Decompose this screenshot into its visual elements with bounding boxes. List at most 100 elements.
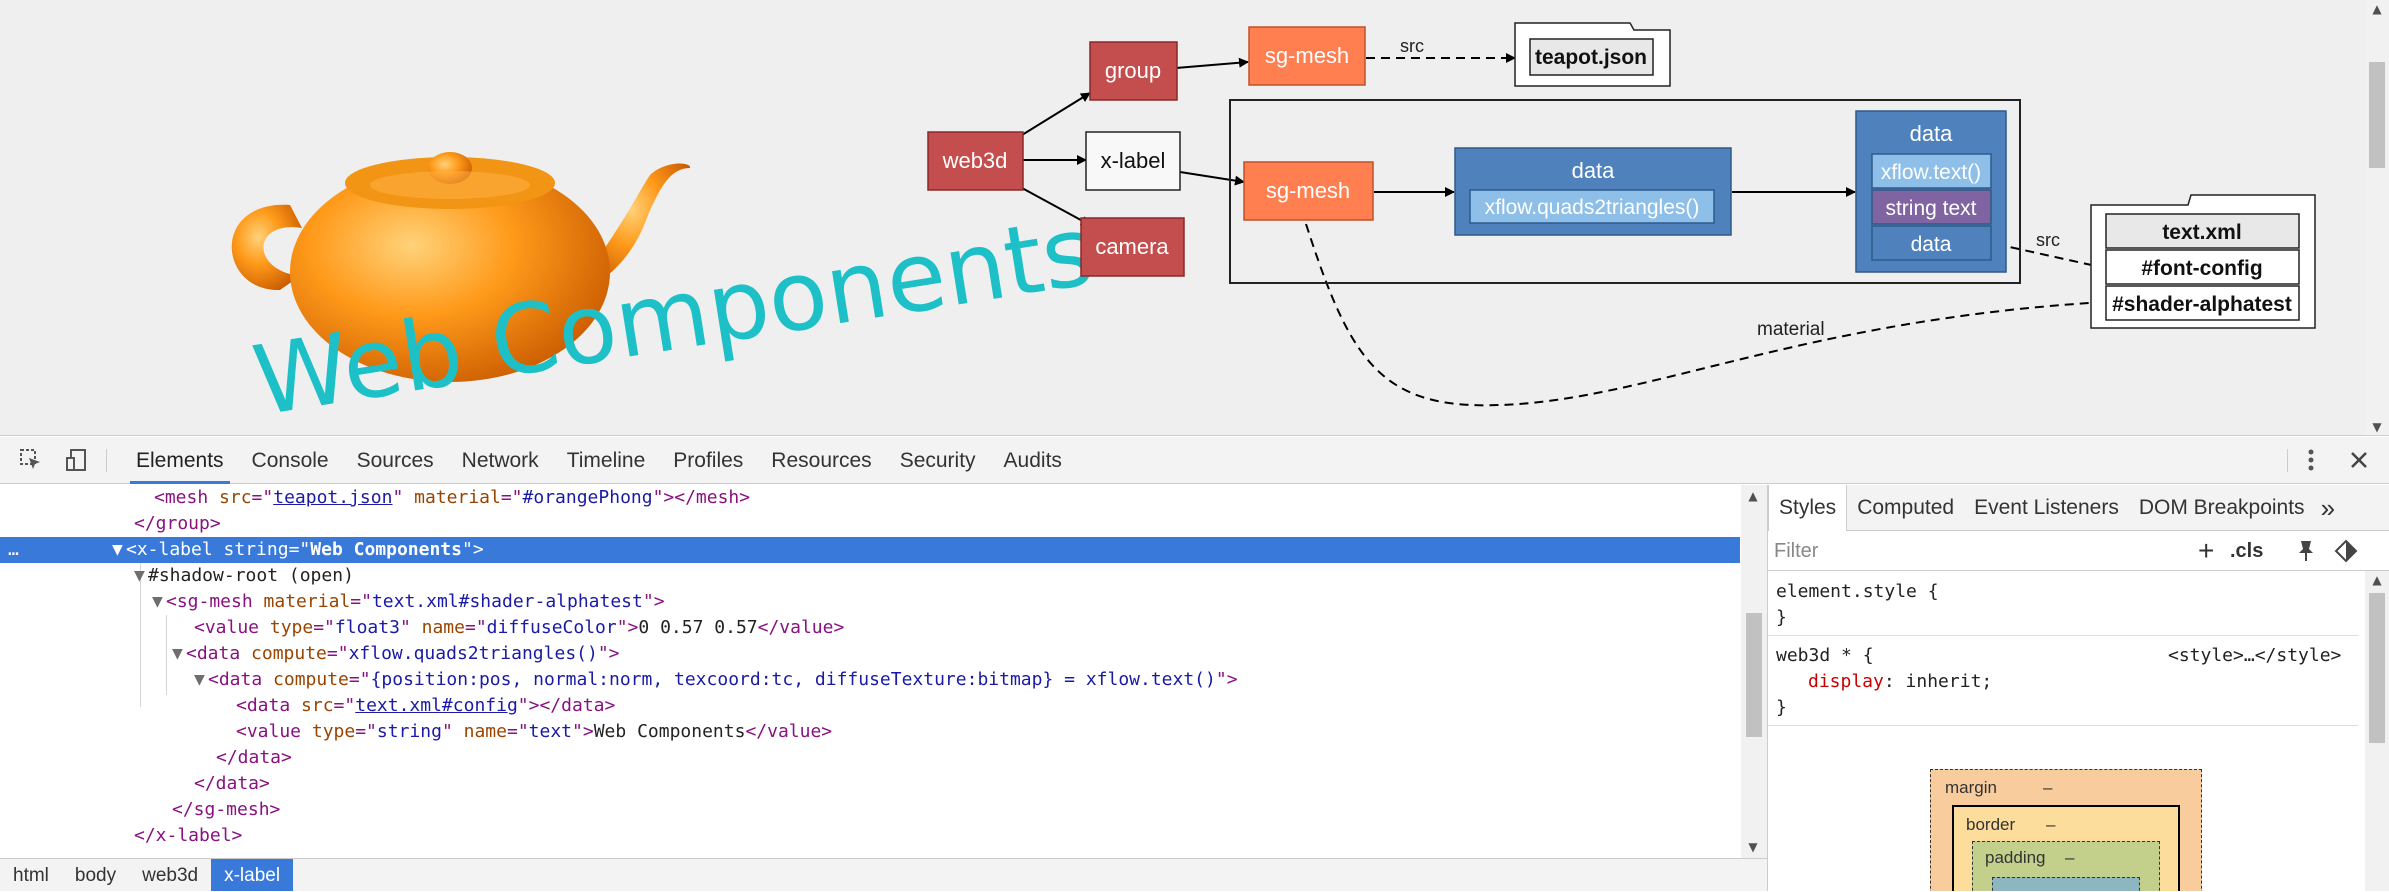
element-style-selector[interactable]: element.style { (1776, 579, 1939, 605)
svg-text:sg-mesh: sg-mesh (1266, 178, 1350, 203)
css-property-name[interactable]: display (1808, 671, 1884, 692)
tree-line-data-src[interactable]: <data src="text.xml#config"></data> (0, 693, 1740, 719)
device-mode-icon[interactable] (62, 445, 92, 475)
attr-value: xflow.quads2triangles() (348, 643, 598, 664)
box-model-border-label: border (1966, 815, 2016, 834)
elements-scrollbar[interactable]: ▲ ▼ (1741, 485, 1767, 858)
tag-value-close: </value> (757, 617, 845, 638)
more-actions-icon[interactable]: … (0, 537, 112, 563)
close-icon[interactable] (2344, 445, 2374, 475)
expand-triangle-icon[interactable]: ▼ (152, 589, 166, 615)
scroll-up-arrow-icon[interactable]: ▲ (1741, 487, 1765, 505)
elements-scroll-thumb[interactable] (1746, 613, 1762, 737)
sidebar-scrollbar[interactable]: ▲ (2365, 571, 2389, 891)
tree-line-data-close-inner[interactable]: </data> (0, 745, 1740, 771)
css-declaration-display[interactable]: display: inherit; (1808, 669, 1992, 695)
scroll-down-arrow-icon[interactable]: ▼ (2365, 418, 2389, 435)
attr-quote: " (392, 487, 415, 508)
viewport-scroll-thumb[interactable] (2369, 62, 2385, 168)
breadcrumb-html[interactable]: html (0, 859, 62, 891)
attr-eq: =" (326, 643, 349, 664)
tree-line-sg-mesh-close[interactable]: </sg-mesh> (0, 797, 1740, 823)
tree-line-mesh[interactable]: <mesh src="teapot.json" material="#orang… (0, 485, 1740, 511)
tree-line-value-text[interactable]: <value type="string" name="text">Web Com… (0, 719, 1740, 745)
breadcrumb-x-label[interactable]: x-label (211, 859, 294, 891)
web3d-rule-selector[interactable]: web3d * { (1776, 643, 1874, 669)
attr-name: type (269, 617, 314, 638)
breadcrumb-web3d[interactable]: web3d (129, 859, 211, 891)
cursor-select-icon[interactable] (16, 445, 46, 475)
web3d-rule-source-link[interactable]: <style>…</style> (2168, 643, 2341, 669)
tab-sources[interactable]: Sources (343, 437, 448, 484)
attr-link-text-xml-config[interactable]: text.xml#config (355, 695, 518, 716)
tree-line-shadow-root[interactable]: ▼ #shadow-root (open) (0, 563, 1740, 589)
tab-timeline[interactable]: Timeline (553, 437, 660, 484)
tree-line-x-label-close[interactable]: </x-label> (0, 823, 1740, 849)
tab-audits[interactable]: Audits (990, 437, 1076, 484)
css-property-value[interactable]: inherit (1906, 671, 1982, 692)
tree-line-x-label-selected[interactable]: … ▼ <x-label string="Web Components"> (0, 537, 1740, 563)
sidebar-scroll-thumb[interactable] (2369, 593, 2385, 743)
tree-line-group-close[interactable]: </group> (0, 511, 1740, 537)
more-tabs-chevron-icon[interactable]: » (2315, 485, 2341, 531)
svg-text:data: data (1911, 233, 1952, 256)
expand-triangle-icon[interactable]: ▼ (112, 537, 126, 563)
expand-triangle-icon[interactable]: ▼ (172, 641, 186, 667)
scroll-up-arrow-icon[interactable]: ▲ (2365, 571, 2389, 589)
box-model-border-value[interactable]: – (2046, 815, 2055, 835)
svg-text:text.xml: text.xml (2162, 221, 2241, 244)
box-model-padding-value[interactable]: – (2065, 848, 2074, 868)
box-model-margin-value[interactable]: – (2043, 778, 2052, 798)
tag-value-open: <value (194, 617, 270, 638)
element-state-icon[interactable] (2334, 537, 2360, 565)
add-rule-plus-icon[interactable]: + (2198, 537, 2214, 565)
attr-quote: " (399, 617, 422, 638)
svg-text:x-label: x-label (1101, 148, 1166, 173)
breadcrumb: html body web3d x-label (0, 858, 1767, 891)
box-model-content[interactable] (1992, 877, 2140, 891)
tab-computed[interactable]: Computed (1847, 485, 1964, 531)
tree-line-data-quads[interactable]: ▼ <data compute="xflow.quads2triangles()"… (0, 641, 1740, 667)
pin-icon[interactable] (2296, 537, 2316, 565)
tab-styles[interactable]: Styles (1768, 485, 1848, 531)
tab-profiles[interactable]: Profiles (659, 437, 757, 484)
attr-name: material (414, 487, 501, 508)
vertical-ellipsis-icon[interactable] (2296, 445, 2326, 475)
tag-sg-mesh-open: <sg-mesh (166, 591, 264, 612)
tab-event-listeners[interactable]: Event Listeners (1964, 485, 2129, 531)
tab-elements[interactable]: Elements (122, 437, 238, 484)
svg-text:string text: string text (1885, 197, 1976, 220)
toolbar-divider-right (2287, 449, 2288, 472)
edge-label-src-right: src (2036, 230, 2060, 250)
scroll-up-arrow-icon[interactable]: ▲ (2365, 0, 2389, 18)
tree-line-value-diffuse[interactable]: <value type="float3" name="diffuseColor"… (0, 615, 1740, 641)
breadcrumb-body[interactable]: body (62, 859, 129, 891)
styles-filter-input[interactable] (1774, 538, 2154, 564)
svg-text:data: data (1572, 158, 1616, 183)
attr-link-teapot-json[interactable]: teapot.json (273, 487, 392, 508)
attr-eq: =" (350, 591, 372, 612)
attr-value: {position:pos, normal:norm, texcoord:tc,… (370, 669, 1216, 690)
svg-text:teapot.json: teapot.json (1535, 46, 1647, 69)
attr-name: type (311, 721, 356, 742)
tab-resources[interactable]: Resources (757, 437, 885, 484)
scroll-down-arrow-icon[interactable]: ▼ (1741, 838, 1765, 856)
attr-eq: =" (333, 695, 356, 716)
tree-line-data-text[interactable]: ▼ <data compute="{position:pos, normal:no… (0, 667, 1740, 693)
svg-text:#shader-alphatest: #shader-alphatest (2112, 293, 2292, 316)
tree-line-sg-mesh[interactable]: ▼ <sg-mesh material="text.xml#shader-alph… (0, 589, 1740, 615)
tag-data-open: <data (208, 669, 274, 690)
expand-triangle-icon[interactable]: ▼ (194, 667, 208, 693)
tab-dom-breakpoints[interactable]: DOM Breakpoints (2129, 485, 2315, 531)
cls-toggle-button[interactable]: .cls (2230, 537, 2263, 565)
tab-security[interactable]: Security (886, 437, 990, 484)
attr-name: src (301, 695, 334, 716)
attr-value: text.xml#shader-alphatest (371, 591, 643, 612)
tab-console[interactable]: Console (238, 437, 343, 484)
viewport-scrollbar[interactable]: ▲ ▼ (2365, 0, 2389, 435)
attr-value: text (528, 721, 573, 742)
attr-name: name (463, 721, 507, 742)
expand-triangle-icon[interactable]: ▼ (134, 563, 148, 589)
tree-line-data-close-outer[interactable]: </data> (0, 771, 1740, 797)
tab-network[interactable]: Network (448, 437, 553, 484)
